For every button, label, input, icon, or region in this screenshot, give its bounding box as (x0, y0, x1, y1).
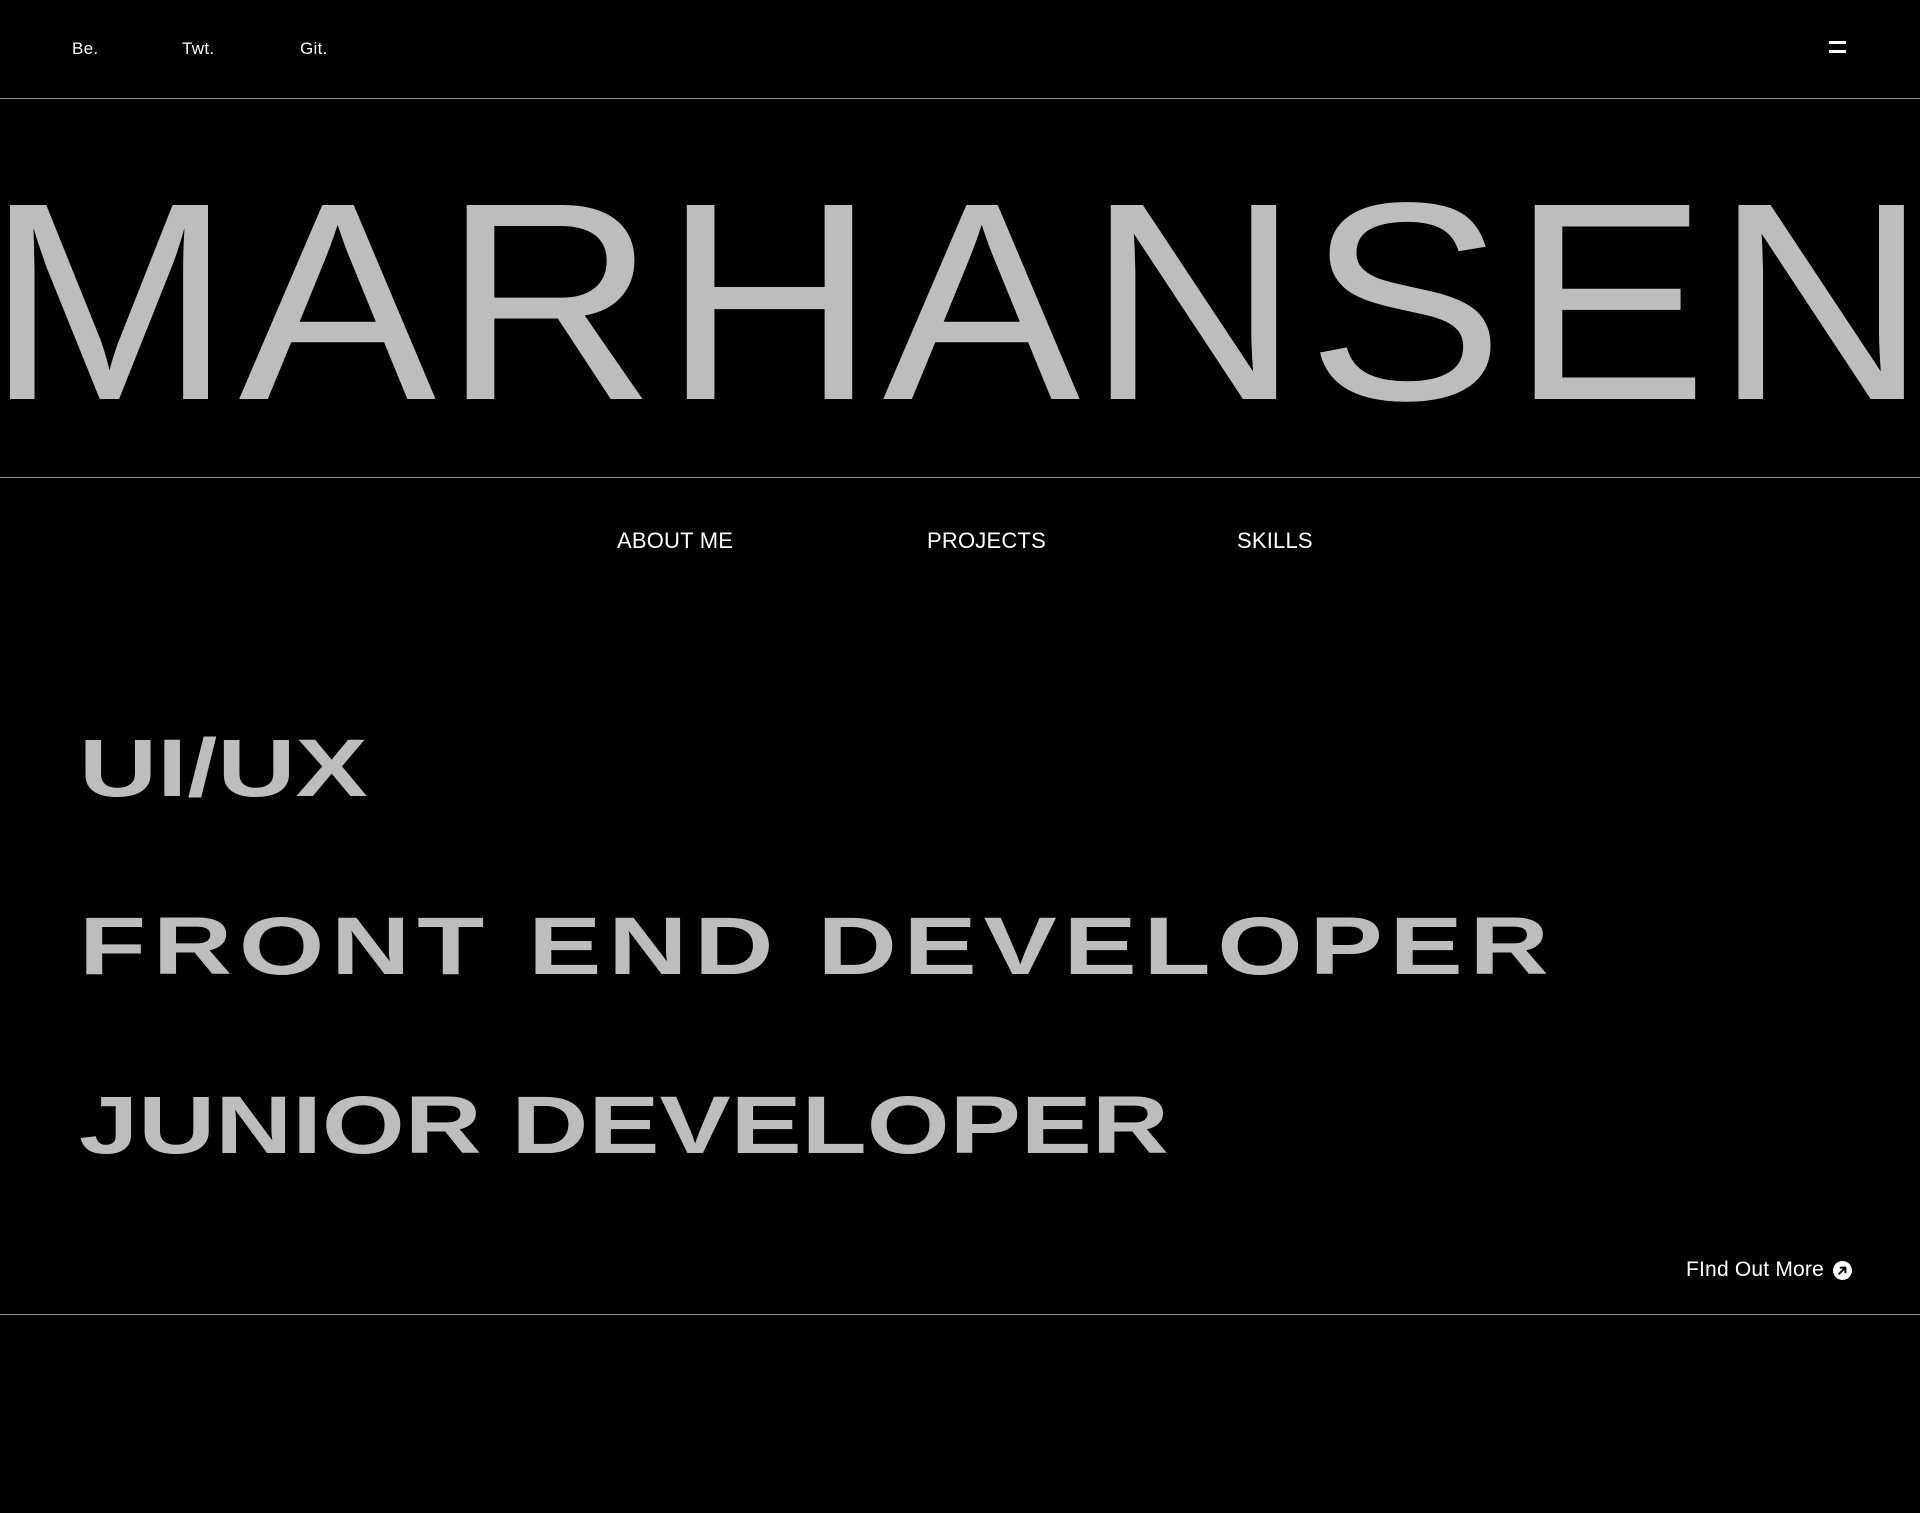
bottom-divider (0, 1314, 1920, 1315)
find-out-more-label: FInd Out More (1686, 1258, 1824, 1281)
hero-section: MARHANSEN (0, 99, 1920, 478)
hero-title: MARHANSEN (0, 144, 1920, 459)
nav-item-projects[interactable]: PROJECTS (927, 528, 1046, 554)
find-out-more-link[interactable]: FInd Out More (1686, 1255, 1852, 1285)
top-bar: Be. Twt. Git. (0, 0, 1920, 99)
hamburger-menu-icon (1829, 41, 1846, 44)
behance-link[interactable]: Be. (72, 39, 98, 59)
role-junior-developer: JUNIOR DEVELOPER (79, 1080, 1169, 1171)
hamburger-menu-icon-bar (1829, 50, 1846, 53)
arrow-up-right-circle-icon (1832, 1260, 1852, 1280)
role-front-end-developer: FRONT END DEVELOPER (79, 901, 1556, 992)
github-link[interactable]: Git. (300, 39, 328, 59)
role-ui-ux: UI/UX (79, 723, 368, 814)
twitter-link[interactable]: Twt. (182, 39, 214, 59)
nav-item-about-me[interactable]: ABOUT ME (617, 528, 733, 554)
nav-item-skills[interactable]: SKILLS (1237, 528, 1313, 554)
menu-button[interactable] (1826, 38, 1850, 58)
